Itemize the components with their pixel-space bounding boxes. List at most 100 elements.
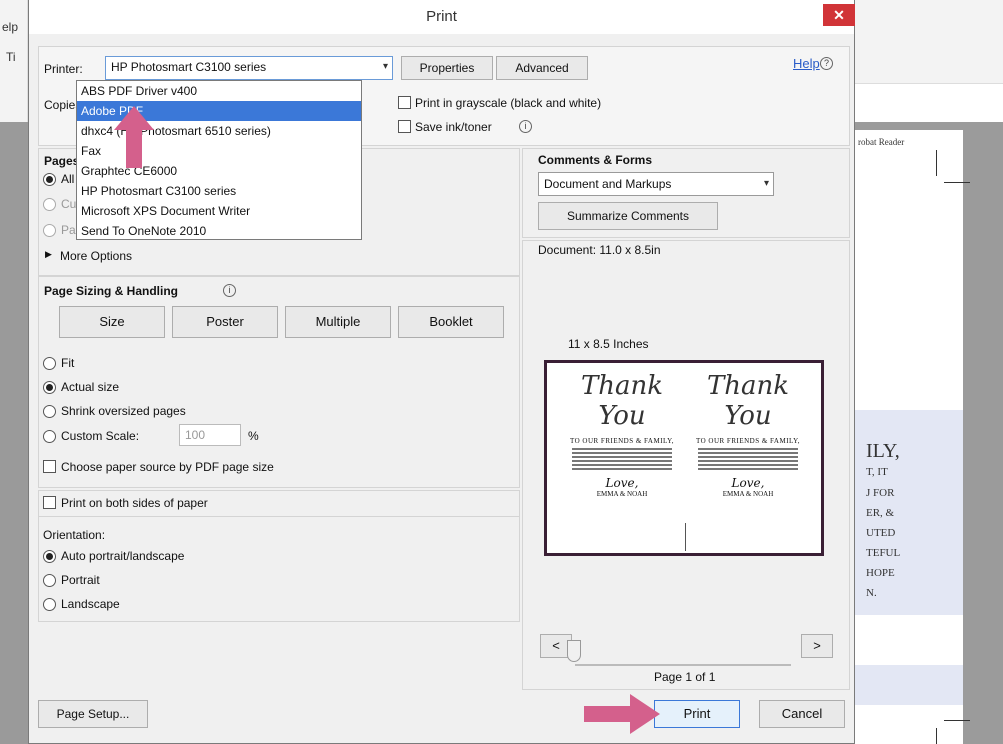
bg-crop-mark bbox=[936, 728, 937, 744]
bg-doc-band bbox=[855, 665, 963, 705]
document-size-label: Document: 11.0 x 8.5in bbox=[538, 243, 661, 257]
close-button[interactable]: ✕ bbox=[823, 4, 855, 26]
print-button[interactable]: Print bbox=[654, 700, 740, 728]
comments-selected-value: Document and Markups bbox=[544, 177, 672, 191]
shrink-radio[interactable] bbox=[43, 405, 56, 418]
divider bbox=[39, 516, 519, 517]
triangle-right-icon[interactable]: ▶ bbox=[45, 249, 52, 260]
portrait-label: Portrait bbox=[61, 573, 100, 587]
preview-names-text: EMMA & NOAH bbox=[596, 490, 648, 498]
preview-page-slider-thumb[interactable] bbox=[567, 640, 581, 662]
close-icon: ✕ bbox=[833, 7, 845, 23]
printer-option[interactable]: HP Photosmart C3100 series bbox=[77, 181, 361, 201]
auto-orientation-label: Auto portrait/landscape bbox=[61, 549, 185, 563]
info-icon[interactable]: i bbox=[223, 284, 236, 297]
orientation-heading: Orientation: bbox=[43, 528, 106, 542]
custom-scale-label: Custom Scale: bbox=[61, 429, 140, 443]
custom-scale-radio[interactable] bbox=[43, 430, 56, 443]
fit-label: Fit bbox=[61, 356, 75, 370]
help-circle-icon[interactable]: ? bbox=[820, 57, 833, 70]
bg-doc-header: robat Reader bbox=[858, 137, 905, 147]
landscape-label: Landscape bbox=[61, 597, 120, 611]
page-setup-button[interactable]: Page Setup... bbox=[38, 700, 148, 728]
annotation-right-arrow-icon bbox=[584, 694, 660, 734]
printer-select[interactable]: HP Photosmart C3100 series ▾ bbox=[105, 56, 393, 80]
preview-caps-text: TO OUR FRIENDS & FAMILY, bbox=[569, 437, 675, 445]
size-button[interactable]: Size bbox=[59, 306, 165, 338]
preview-script-text: You bbox=[598, 401, 646, 431]
bg-crop-mark bbox=[944, 182, 970, 183]
bg-toolbar bbox=[855, 0, 1003, 84]
preview-script-text: You bbox=[724, 401, 772, 431]
preview-caps-text: TO OUR FRIENDS & FAMILY, bbox=[695, 437, 801, 445]
actual-size-label: Actual size bbox=[61, 380, 120, 394]
preview-script-text: Thank bbox=[706, 371, 790, 401]
printer-option[interactable]: Send To OneNote 2010 bbox=[77, 221, 361, 241]
bg-doc-line: J FOR bbox=[866, 487, 895, 499]
save-ink-label: Save ink/toner bbox=[415, 120, 492, 134]
bg-left-gray bbox=[0, 122, 28, 744]
custom-scale-input[interactable]: 100 bbox=[179, 424, 241, 446]
printer-selected-value: HP Photosmart C3100 series bbox=[111, 60, 267, 74]
bg-doc-line: ER, & bbox=[866, 507, 895, 519]
preview-body-lines bbox=[698, 448, 798, 470]
bg-doc-line: N. bbox=[866, 587, 877, 599]
bg-tab-label[interactable]: Ti bbox=[6, 50, 16, 64]
pages-range-radio[interactable] bbox=[43, 224, 56, 237]
landscape-radio[interactable] bbox=[43, 598, 56, 611]
chevron-down-icon: ▾ bbox=[382, 61, 388, 72]
comments-heading: Comments & Forms bbox=[538, 153, 653, 167]
preview-card-left: Thank You TO OUR FRIENDS & FAMILY, Love,… bbox=[563, 371, 681, 549]
portrait-radio[interactable] bbox=[43, 574, 56, 587]
printer-option[interactable]: ABS PDF Driver v400 bbox=[77, 81, 361, 101]
both-sides-label: Print on both sides of paper bbox=[61, 496, 208, 510]
more-options-toggle[interactable]: More Options bbox=[60, 249, 132, 263]
preview-love-text: Love, bbox=[605, 476, 639, 490]
shrink-label: Shrink oversized pages bbox=[61, 404, 186, 418]
bg-doc-line: TEFUL bbox=[866, 547, 901, 559]
pages-all-radio[interactable] bbox=[43, 173, 56, 186]
cancel-button[interactable]: Cancel bbox=[759, 700, 845, 728]
printer-option[interactable]: Microsoft XPS Document Writer bbox=[77, 201, 361, 221]
percent-label: % bbox=[248, 429, 259, 443]
preview-page-slider-track[interactable] bbox=[575, 664, 791, 666]
booklet-button[interactable]: Booklet bbox=[398, 306, 504, 338]
printer-label: Printer: bbox=[44, 62, 83, 76]
fit-radio[interactable] bbox=[43, 357, 56, 370]
annotation-up-arrow-icon bbox=[114, 106, 154, 168]
bg-crop-mark bbox=[944, 720, 970, 721]
bg-doc-line: T, IT bbox=[866, 466, 888, 478]
grayscale-label: Print in grayscale (black and white) bbox=[415, 96, 602, 110]
bg-doc-line: ILY, bbox=[866, 440, 900, 462]
comments-select[interactable]: Document and Markups ▾ bbox=[538, 172, 774, 196]
multiple-button[interactable]: Multiple bbox=[285, 306, 391, 338]
sizing-heading: Page Sizing & Handling bbox=[44, 284, 179, 298]
help-link[interactable]: Help bbox=[793, 56, 820, 71]
summarize-comments-button[interactable]: Summarize Comments bbox=[538, 202, 718, 230]
preview-fold-mark bbox=[685, 523, 686, 551]
actual-size-radio[interactable] bbox=[43, 381, 56, 394]
dialog-title: Print bbox=[29, 0, 854, 34]
auto-orientation-radio[interactable] bbox=[43, 550, 56, 563]
bg-tab-label[interactable]: elp bbox=[2, 20, 18, 34]
properties-button[interactable]: Properties bbox=[401, 56, 493, 80]
save-ink-checkbox[interactable] bbox=[398, 120, 411, 133]
next-page-button[interactable]: > bbox=[801, 634, 833, 658]
page-indicator: Page 1 of 1 bbox=[654, 670, 716, 684]
poster-button[interactable]: Poster bbox=[172, 306, 278, 338]
chevron-down-icon: ▾ bbox=[763, 178, 769, 189]
preview-body-lines bbox=[572, 448, 672, 470]
grayscale-checkbox[interactable] bbox=[398, 96, 411, 109]
both-sides-checkbox[interactable] bbox=[43, 496, 56, 509]
preview-love-text: Love, bbox=[731, 476, 765, 490]
preview-names-text: EMMA & NOAH bbox=[722, 490, 774, 498]
bg-doc-line: UTED bbox=[866, 527, 896, 539]
print-preview-thumbnail: Thank You TO OUR FRIENDS & FAMILY, Love,… bbox=[544, 360, 824, 556]
paper-size-label: 11 x 8.5 Inches bbox=[568, 337, 649, 351]
paper-source-checkbox[interactable] bbox=[43, 460, 56, 473]
bg-doc-line: HOPE bbox=[866, 567, 895, 579]
paper-source-label: Choose paper source by PDF page size bbox=[61, 460, 274, 474]
info-icon[interactable]: i bbox=[519, 120, 532, 133]
pages-current-radio[interactable] bbox=[43, 198, 56, 211]
advanced-button[interactable]: Advanced bbox=[496, 56, 588, 80]
